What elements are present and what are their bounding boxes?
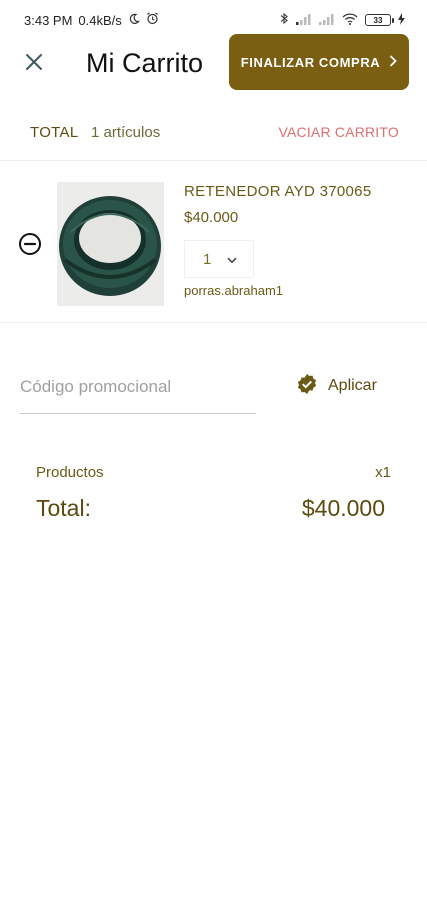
apply-promo-button[interactable]: Aplicar (296, 372, 377, 400)
product-price: $40.000 (184, 209, 239, 226)
close-button[interactable] (18, 48, 50, 80)
charging-icon (398, 12, 405, 28)
status-right: 33 (280, 12, 405, 28)
verified-check-icon (296, 373, 318, 400)
promo-code-input[interactable] (20, 360, 256, 414)
total-label: TOTAL (30, 124, 79, 141)
close-icon (25, 53, 43, 76)
battery-icon: 33 (365, 14, 394, 26)
products-label: Productos (36, 464, 104, 481)
signal-icon (319, 13, 335, 28)
status-speed: 0.4kB/s (78, 12, 122, 28)
status-left: 3:43 PM 0.4kB/s (24, 12, 159, 28)
divider (0, 322, 427, 323)
items-count: 1 artículos (91, 124, 161, 141)
clear-cart-button[interactable]: VACIAR CARRITO (278, 124, 399, 140)
product-image[interactable] (57, 182, 164, 306)
page-title: Mi Carrito (86, 48, 204, 78)
product-name[interactable]: RETENEDOR AYD 370065 (184, 183, 371, 200)
quantity-value: 1 (203, 250, 212, 268)
checkout-button[interactable]: FINALIZAR COMPRA (229, 34, 409, 90)
seller-name[interactable]: porras.abraham1 (184, 283, 283, 298)
header: Mi Carrito FINALIZAR COMPRA (0, 34, 427, 94)
alarm-icon (146, 12, 159, 28)
minus-circle-icon (18, 232, 42, 261)
total-text: Total: (36, 495, 91, 521)
products-count: x1 (375, 464, 391, 481)
total-value: $40.000 (301, 495, 385, 521)
chevron-down-icon (227, 251, 237, 268)
divider (0, 160, 427, 161)
cart-item: RETENEDOR AYD 370065 $40.000 1 porras.ab… (0, 162, 427, 322)
bluetooth-icon (280, 12, 289, 28)
remove-item-button[interactable] (17, 232, 43, 261)
moon-icon (128, 13, 140, 28)
cart-summary: TOTAL 1 artículos VACIAR CARRITO (0, 118, 427, 148)
chevron-right-icon (389, 54, 398, 70)
status-time: 3:43 PM (24, 12, 73, 28)
signal-icon (296, 13, 312, 28)
checkout-button-label: FINALIZAR COMPRA (240, 54, 381, 70)
quantity-select[interactable]: 1 (184, 240, 254, 278)
apply-label: Aplicar (328, 377, 377, 394)
wifi-icon (342, 12, 358, 28)
